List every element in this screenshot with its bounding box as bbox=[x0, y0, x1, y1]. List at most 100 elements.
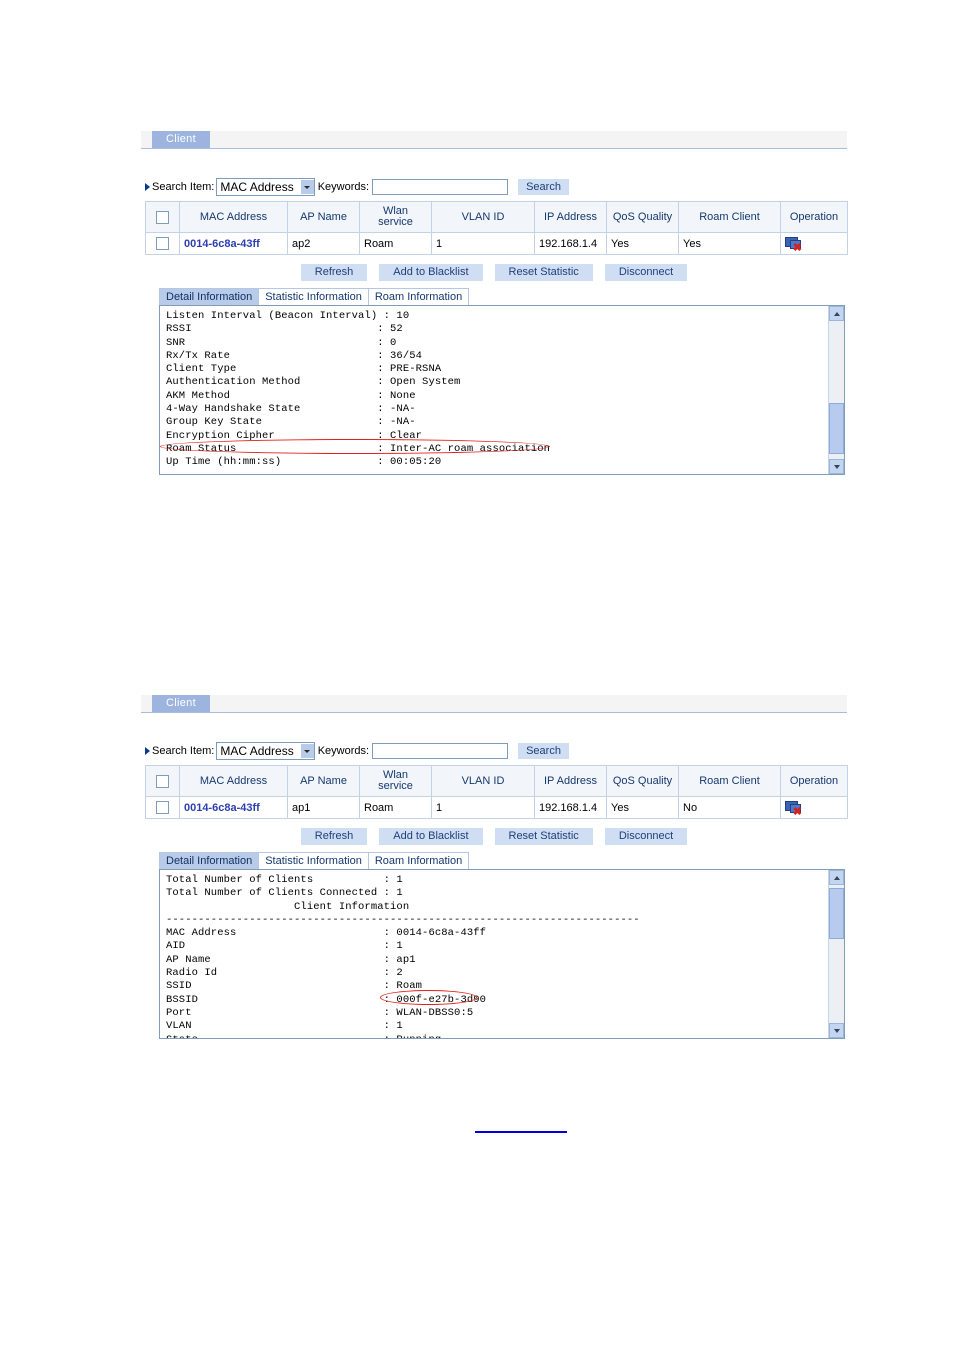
chevron-down-icon[interactable] bbox=[299, 180, 314, 194]
client-table: MAC Address AP Name Wlan service VLAN ID… bbox=[145, 201, 848, 255]
cell-roam-client: No bbox=[678, 796, 781, 819]
tab-detail-information[interactable]: Detail Information bbox=[159, 288, 260, 305]
col-wlan-service-line2: service bbox=[378, 216, 413, 228]
reset-statistic-button[interactable]: Reset Statistic bbox=[494, 828, 593, 845]
col-vlan-id: VLAN ID bbox=[431, 201, 535, 233]
triangle-right-icon bbox=[145, 183, 150, 191]
add-to-blacklist-button[interactable]: Add to Blacklist bbox=[379, 264, 483, 281]
cell-vlan-id: 1 bbox=[431, 796, 535, 819]
keywords-label: Keywords: bbox=[317, 181, 370, 193]
search-item-select-value: MAC Address bbox=[220, 744, 294, 758]
cell-wlan-service: Roam bbox=[359, 232, 432, 255]
detail-console: Total Number of Clients : 1 Total Number… bbox=[159, 869, 845, 1039]
row-select-cell[interactable] bbox=[145, 796, 180, 819]
search-item-select[interactable]: MAC Address bbox=[216, 742, 315, 760]
cell-operation[interactable]: ✖ bbox=[780, 232, 848, 255]
mac-address-link[interactable]: 0014-6c8a-43ff bbox=[184, 802, 260, 814]
console-scrollbar[interactable] bbox=[828, 306, 844, 474]
select-all-checkbox[interactable] bbox=[156, 210, 169, 224]
cell-operation[interactable]: ✖ bbox=[780, 796, 848, 819]
cell-ip-address: 192.168.1.4 bbox=[534, 796, 607, 819]
tab-statistic-information[interactable]: Statistic Information bbox=[258, 288, 369, 305]
scrollbar-thumb[interactable] bbox=[829, 888, 844, 939]
scroll-up-icon[interactable] bbox=[829, 870, 844, 885]
keywords-input[interactable] bbox=[372, 743, 509, 759]
chevron-down-icon[interactable] bbox=[299, 744, 314, 758]
row-select-cell[interactable] bbox=[145, 232, 180, 255]
col-vlan-id: VLAN ID bbox=[431, 765, 535, 797]
detail-console-text: Listen Interval (Beacon Interval) : 10 R… bbox=[166, 310, 640, 474]
client-panel-2: Client Search Item: MAC Address Keywords… bbox=[141, 695, 848, 1039]
search-item-label: Search Item: bbox=[152, 181, 215, 193]
col-wlan-service-line2: service bbox=[378, 780, 413, 792]
scrollbar-thumb[interactable] bbox=[829, 403, 844, 454]
keywords-label: Keywords: bbox=[317, 745, 370, 757]
scroll-up-icon[interactable] bbox=[829, 306, 844, 321]
disconnect-button[interactable]: Disconnect bbox=[604, 264, 688, 281]
tab-roam-information[interactable]: Roam Information bbox=[367, 852, 470, 869]
cell-qos-quality: Yes bbox=[606, 232, 679, 255]
cell-mac-address: 0014-6c8a-43ff bbox=[179, 232, 288, 255]
refresh-button[interactable]: Refresh bbox=[300, 828, 368, 845]
col-ip-address: IP Address bbox=[534, 765, 607, 797]
tab-detail-information[interactable]: Detail Information bbox=[159, 852, 260, 869]
cell-wlan-service: Roam bbox=[359, 796, 432, 819]
detail-tab-strip: Detail Information Statistic Information… bbox=[159, 852, 470, 869]
footer-link-rule[interactable] bbox=[475, 1131, 567, 1133]
console-scrollbar[interactable] bbox=[828, 870, 844, 1038]
col-operation: Operation bbox=[780, 765, 848, 797]
col-roam-client: Roam Client bbox=[678, 201, 781, 233]
panel-title-bar: Client bbox=[141, 131, 847, 149]
keywords-input[interactable] bbox=[372, 179, 509, 195]
table-header-row: MAC Address AP Name Wlan service VLAN ID… bbox=[145, 201, 848, 233]
cell-mac-address: 0014-6c8a-43ff bbox=[179, 796, 288, 819]
col-roam-client: Roam Client bbox=[678, 765, 781, 797]
table-row[interactable]: 0014-6c8a-43ff ap2 Roam 1 192.168.1.4 Ye… bbox=[145, 232, 848, 255]
panel-title-bar: Client bbox=[141, 695, 847, 713]
panel-title-tab-client[interactable]: Client bbox=[152, 131, 210, 148]
detail-console-text: Total Number of Clients : 1 Total Number… bbox=[166, 874, 640, 1038]
select-all-header[interactable] bbox=[145, 765, 180, 797]
cell-ap-name: ap2 bbox=[287, 232, 360, 255]
row-checkbox[interactable] bbox=[156, 237, 169, 250]
disconnect-client-icon[interactable]: ✖ bbox=[785, 236, 802, 253]
cell-ap-name: ap1 bbox=[287, 796, 360, 819]
detail-tab-strip: Detail Information Statistic Information… bbox=[159, 288, 470, 305]
disconnect-button[interactable]: Disconnect bbox=[604, 828, 688, 845]
search-button[interactable]: Search bbox=[518, 179, 569, 195]
col-ip-address: IP Address bbox=[534, 201, 607, 233]
search-row: Search Item: MAC Address Keywords: Searc… bbox=[145, 177, 569, 197]
refresh-button[interactable]: Refresh bbox=[300, 264, 368, 281]
scroll-down-icon[interactable] bbox=[829, 459, 844, 474]
row-checkbox[interactable] bbox=[156, 801, 169, 814]
action-button-row: Refresh Add to Blacklist Reset Statistic… bbox=[141, 264, 847, 281]
panel-title-tab-client[interactable]: Client bbox=[152, 695, 210, 712]
select-all-checkbox[interactable] bbox=[156, 774, 169, 788]
col-ap-name: AP Name bbox=[287, 201, 360, 233]
search-item-select[interactable]: MAC Address bbox=[216, 178, 315, 196]
search-button[interactable]: Search bbox=[518, 743, 569, 759]
cell-qos-quality: Yes bbox=[606, 796, 679, 819]
mac-address-link[interactable]: 0014-6c8a-43ff bbox=[184, 238, 260, 250]
col-mac-address: MAC Address bbox=[179, 201, 288, 233]
reset-statistic-button[interactable]: Reset Statistic bbox=[494, 264, 593, 281]
cell-ip-address: 192.168.1.4 bbox=[534, 232, 607, 255]
col-qos-quality: QoS Quality bbox=[606, 765, 679, 797]
search-row: Search Item: MAC Address Keywords: Searc… bbox=[145, 741, 569, 761]
col-mac-address: MAC Address bbox=[179, 765, 288, 797]
cell-roam-client: Yes bbox=[678, 232, 781, 255]
scroll-down-icon[interactable] bbox=[829, 1023, 844, 1038]
col-operation: Operation bbox=[780, 201, 848, 233]
add-to-blacklist-button[interactable]: Add to Blacklist bbox=[379, 828, 483, 845]
col-ap-name: AP Name bbox=[287, 765, 360, 797]
select-all-header[interactable] bbox=[145, 201, 180, 233]
tab-roam-information[interactable]: Roam Information bbox=[367, 288, 470, 305]
search-item-select-value: MAC Address bbox=[220, 180, 294, 194]
table-row[interactable]: 0014-6c8a-43ff ap1 Roam 1 192.168.1.4 Ye… bbox=[145, 796, 848, 819]
action-button-row: Refresh Add to Blacklist Reset Statistic… bbox=[141, 828, 847, 845]
disconnect-client-icon[interactable]: ✖ bbox=[785, 800, 802, 817]
tab-statistic-information[interactable]: Statistic Information bbox=[258, 852, 369, 869]
triangle-right-icon bbox=[145, 747, 150, 755]
client-table: MAC Address AP Name Wlan service VLAN ID… bbox=[145, 765, 848, 819]
detail-console: Listen Interval (Beacon Interval) : 10 R… bbox=[159, 305, 845, 475]
